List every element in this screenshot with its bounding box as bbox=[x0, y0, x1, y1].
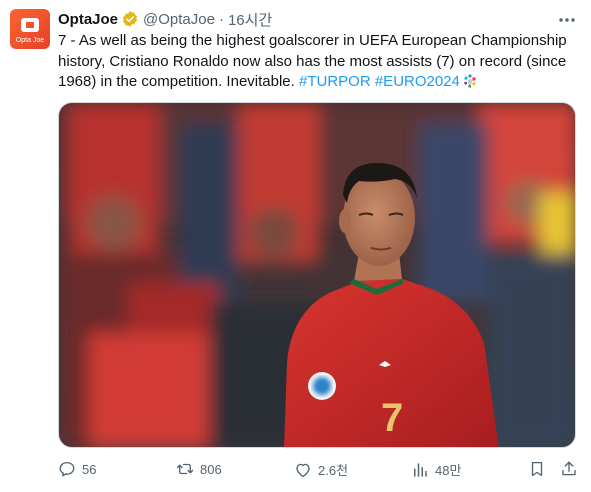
avatar-text: Opta Joe bbox=[16, 37, 45, 44]
verified-badge-icon[interactable] bbox=[121, 10, 139, 28]
bookmark-button[interactable] bbox=[528, 460, 546, 478]
bookmark-icon bbox=[531, 461, 543, 477]
tweet-header: OptaJoe @OptaJoe · 16시간 bbox=[58, 9, 272, 29]
tweet-image[interactable]: 7 bbox=[58, 102, 576, 448]
repost-icon bbox=[176, 463, 194, 475]
like-count: 2.6천 bbox=[318, 463, 349, 478]
like-button[interactable]: 2.6천 bbox=[294, 460, 348, 479]
more-options-icon[interactable] bbox=[557, 10, 577, 30]
avatar[interactable]: Opta Joe bbox=[10, 9, 50, 49]
views-count: 48만 bbox=[435, 463, 462, 478]
author-name[interactable]: OptaJoe bbox=[58, 11, 118, 28]
author-handle[interactable]: @OptaJoe bbox=[143, 11, 215, 28]
share-icon bbox=[562, 461, 576, 476]
reply-icon bbox=[59, 461, 75, 477]
hashtag-euro2024[interactable]: #EURO2024 bbox=[375, 73, 460, 90]
share-button[interactable] bbox=[560, 460, 578, 478]
reply-button[interactable]: 56 bbox=[58, 460, 96, 478]
heart-icon bbox=[296, 463, 310, 477]
tweet-timestamp[interactable]: 16시간 bbox=[228, 9, 272, 30]
repost-count: 806 bbox=[200, 461, 222, 477]
views-button[interactable]: 48만 bbox=[411, 460, 461, 479]
opta-logo-icon: Opta Joe bbox=[10, 9, 50, 49]
separator-dot: · bbox=[218, 10, 224, 28]
tweet: Opta Joe OptaJoe @OptaJoe · 16시간 7 - As … bbox=[0, 0, 591, 492]
repost-button[interactable]: 806 bbox=[176, 460, 222, 478]
jersey-number: 7 bbox=[381, 396, 403, 440]
views-icon bbox=[414, 462, 427, 477]
action-bar: 56 806 2.6천 48만 bbox=[58, 458, 584, 482]
reply-count: 56 bbox=[82, 461, 97, 477]
hashtag-turpor[interactable]: #TURPOR bbox=[299, 73, 371, 90]
tweet-text: 7 - As well as being the highest goalsco… bbox=[58, 31, 583, 96]
euro2024-emoji-icon bbox=[462, 73, 478, 96]
